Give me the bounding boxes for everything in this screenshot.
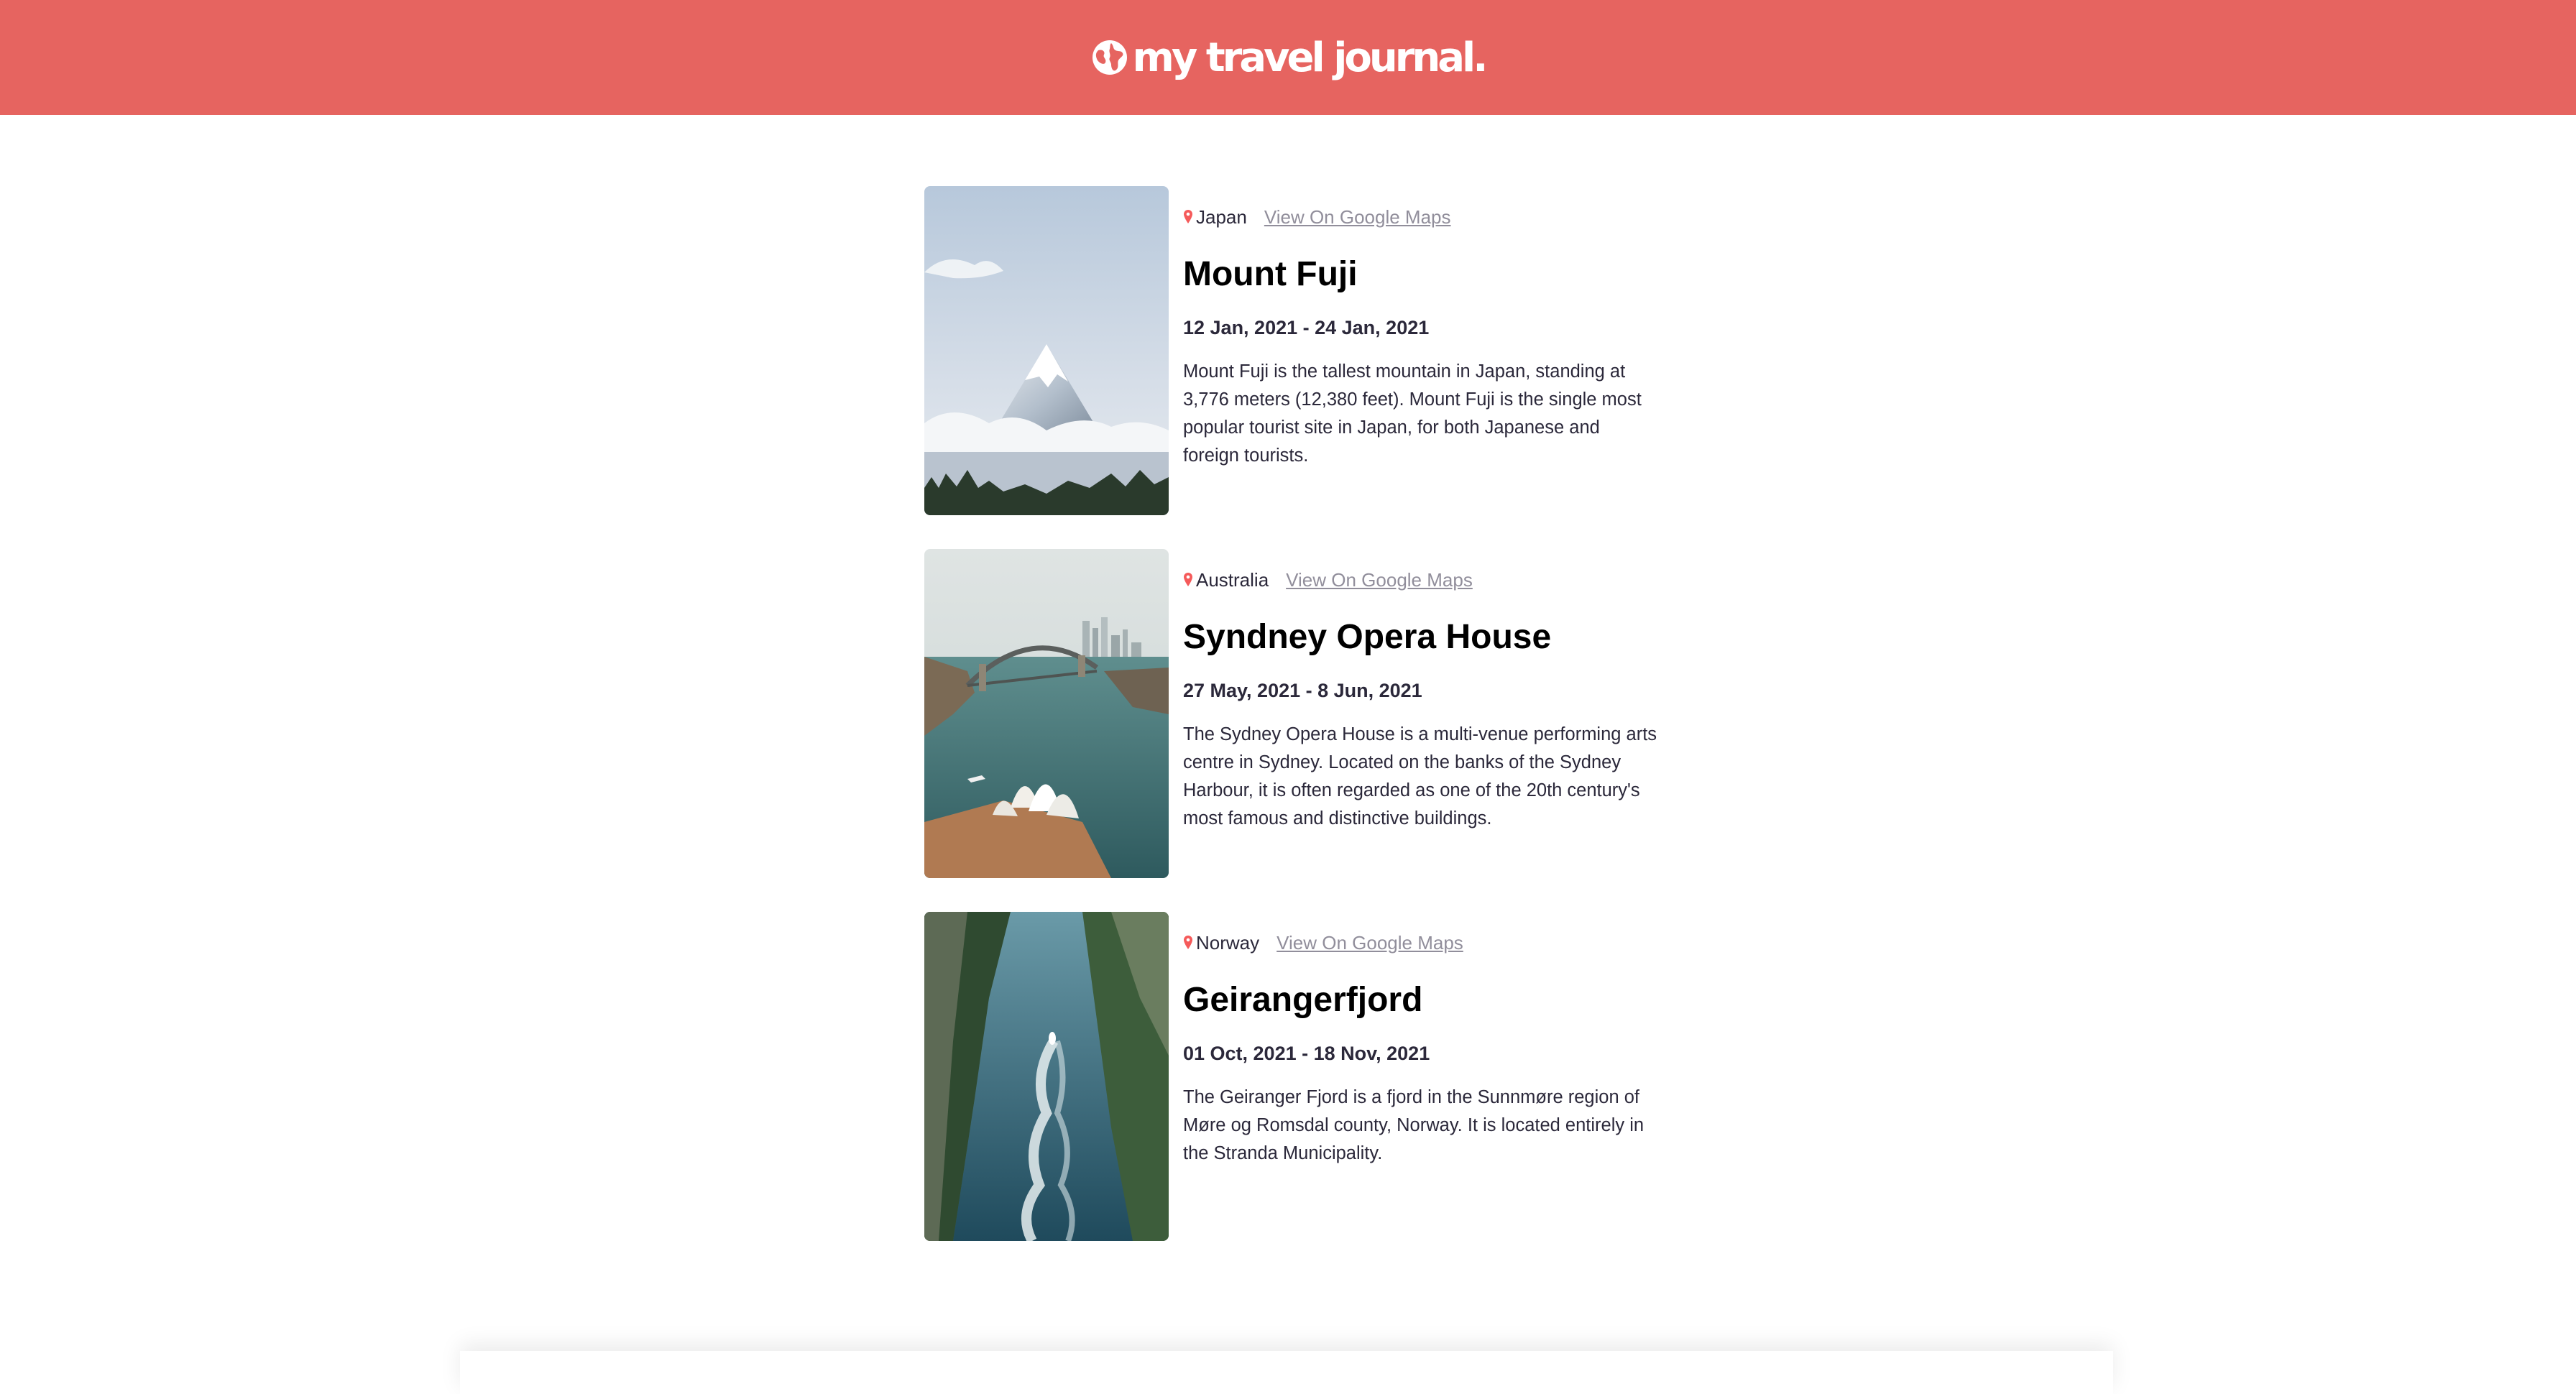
entry-country: Japan xyxy=(1196,206,1247,228)
site-header: my travel journal. xyxy=(0,0,2576,115)
location-row: Australia View On Google Maps xyxy=(1183,562,1657,598)
entry-country: Australia xyxy=(1196,568,1269,591)
location-row: Japan View On Google Maps xyxy=(1183,199,1657,235)
globe-icon xyxy=(1091,39,1128,76)
brand-title: my travel journal. xyxy=(1132,34,1489,81)
entry-photo-mount-fuji xyxy=(924,186,1169,515)
entry-photo-geirangerfjord xyxy=(924,912,1169,1241)
entry-body: Norway View On Google Maps Geirangerfjor… xyxy=(1183,912,1657,1186)
entry-dates: 01 Oct, 2021 - 18 Nov, 2021 xyxy=(1183,1043,1430,1064)
journal-entry: Australia View On Google Maps Syndney Op… xyxy=(924,549,1657,878)
entry-photo-sydney-opera-house xyxy=(924,549,1169,878)
journal-entry: Japan View On Google Maps Mount Fuji 12 … xyxy=(924,186,1655,515)
location-pin-icon xyxy=(1183,209,1193,225)
entry-description: The Geiranger Fjord is a fjord in the Su… xyxy=(1183,1087,1644,1163)
entry-title: Mount Fuji xyxy=(1183,255,1358,293)
entry-body: Australia View On Google Maps Syndney Op… xyxy=(1183,549,1657,851)
location-pin-icon xyxy=(1183,572,1193,588)
google-maps-link[interactable]: View On Google Maps xyxy=(1264,206,1451,229)
entry-dates: 12 Jan, 2021 - 24 Jan, 2021 xyxy=(1183,317,1430,338)
journal-entry: Norway View On Google Maps Geirangerfjor… xyxy=(924,912,1655,1241)
entry-country: Norway xyxy=(1196,931,1260,954)
google-maps-link[interactable]: View On Google Maps xyxy=(1286,569,1473,591)
entry-body: Japan View On Google Maps Mount Fuji 12 … xyxy=(1183,186,1657,489)
entry-title: Geirangerfjord xyxy=(1183,981,1423,1019)
google-maps-link[interactable]: View On Google Maps xyxy=(1276,932,1463,954)
entry-title: Syndney Opera House xyxy=(1183,618,1552,656)
entry-dates: 27 May, 2021 - 8 Jun, 2021 xyxy=(1183,680,1422,701)
page-footer-shadow xyxy=(460,1351,2113,1394)
location-pin-icon xyxy=(1183,935,1193,951)
entry-description: Mount Fuji is the tallest mountain in Ja… xyxy=(1183,361,1642,466)
brand[interactable]: my travel journal. xyxy=(1091,34,1489,81)
entry-description: The Sydney Opera House is a multi-venue … xyxy=(1183,724,1657,828)
journal-entries: Japan View On Google Maps Mount Fuji 12 … xyxy=(924,186,1657,1275)
location-row: Norway View On Google Maps xyxy=(1183,925,1657,961)
